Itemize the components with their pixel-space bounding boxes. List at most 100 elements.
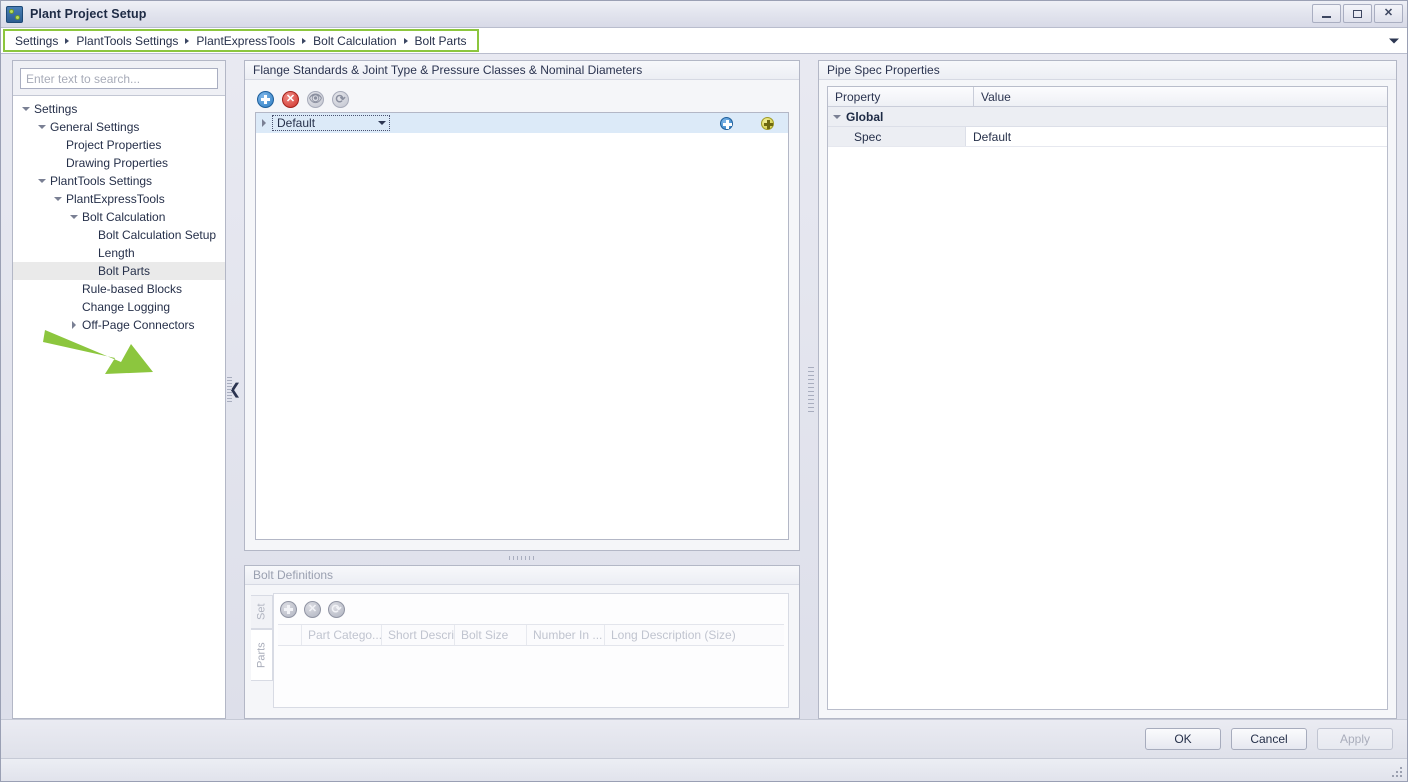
pipe-spec-grid[interactable]: Property Value Global Spec Default (827, 86, 1388, 710)
sidebar-item-label: Off-Page Connectors (82, 318, 195, 332)
flange-standards-title: Flange Standards & Joint Type & Pressure… (245, 61, 799, 80)
sidebar-item-change-logging[interactable]: Change Logging (13, 298, 225, 316)
status-bar (1, 758, 1407, 781)
column-header-short-descri[interactable]: Short Descri... (382, 625, 455, 645)
sidebar-item-general-settings[interactable]: General Settings (13, 118, 225, 136)
breadcrumb-item-bolt-calculation[interactable]: Bolt Calculation (309, 34, 400, 48)
column-header-bolt-size[interactable]: Bolt Size (455, 625, 527, 645)
plant-project-setup-window: Plant Project Setup ✕ Settings PlantTool… (0, 0, 1408, 782)
sidebar-item-bolt-parts[interactable]: Bolt Parts (13, 262, 225, 280)
property-value-spec[interactable]: Default (966, 127, 1387, 146)
close-button[interactable]: ✕ (1374, 4, 1403, 23)
sidebar-item-label: Bolt Parts (98, 264, 151, 278)
sidebar-item-planttools-settings[interactable]: PlantTools Settings (13, 172, 225, 190)
dialog-footer: OK Cancel Apply (1, 719, 1407, 758)
maximize-button[interactable] (1343, 4, 1372, 23)
bolt-definitions-title: Bolt Definitions (245, 566, 799, 585)
spec-row-actions (720, 116, 774, 130)
sidebar-item-length[interactable]: Length (13, 244, 225, 262)
sidebar-item-label: Length (98, 246, 135, 260)
chevron-down-icon[interactable] (67, 208, 81, 226)
sidebar-item-label: Settings (34, 102, 78, 116)
add-button[interactable] (257, 90, 274, 108)
resize-grip-icon[interactable] (1391, 766, 1402, 777)
sidebar-item-settings[interactable]: Settings (13, 100, 225, 118)
chevron-down-icon[interactable] (19, 100, 33, 118)
eye-off-icon: 👁 (307, 90, 324, 108)
breadcrumb-item-planttools-settings[interactable]: PlantTools Settings (72, 34, 182, 48)
chevron-down-icon[interactable] (51, 190, 65, 208)
bolt-definitions-panel: Bolt Definitions Set Parts ✕ ⟳ Part Cate… (244, 565, 800, 719)
bolt-parts-rows[interactable] (278, 646, 784, 703)
right-splitter[interactable] (800, 60, 818, 719)
cancel-button[interactable]: Cancel (1231, 728, 1307, 750)
sidebar-item-label: Drawing Properties (66, 156, 169, 170)
column-header-value: Value (981, 89, 1011, 104)
sidebar-item-bolt-calculation[interactable]: Bolt Calculation (13, 208, 225, 226)
pipe-spec-title: Pipe Spec Properties (819, 61, 1396, 80)
sidebar-item-rule-based-blocks[interactable]: Rule-based Blocks (13, 280, 225, 298)
chevron-right-icon[interactable] (67, 316, 81, 334)
tab-parts[interactable]: Parts (251, 629, 273, 681)
delete-button[interactable]: ✕ (282, 90, 299, 108)
minimize-button[interactable] (1312, 4, 1341, 23)
property-name-spec: Spec (828, 127, 966, 146)
table-row[interactable]: Spec Default (828, 127, 1387, 147)
spec-combo[interactable]: Default (272, 115, 390, 131)
column-header-long-description-size[interactable]: Long Description (Size) (605, 625, 784, 645)
settings-tree[interactable]: Settings General Settings Project Properti… (13, 95, 225, 718)
breadcrumb-separator-icon (403, 37, 408, 44)
bolt-parts-grid: ✕ ⟳ Part Catego...Short Descri...Bolt Si… (273, 593, 789, 708)
chevron-down-icon[interactable] (828, 108, 846, 126)
breadcrumb-bar: Settings PlantTools Settings PlantExpres… (1, 28, 1407, 54)
spec-row[interactable]: Default (256, 113, 788, 134)
center-panel: Flange Standards & Joint Type & Pressure… (244, 60, 800, 719)
add-nominal-button[interactable] (761, 116, 774, 130)
breadcrumb-filler (478, 29, 1407, 52)
ok-button[interactable]: OK (1145, 728, 1221, 750)
breadcrumb-item-bolt-parts[interactable]: Bolt Parts (411, 34, 471, 48)
column-header-blank[interactable] (278, 625, 302, 645)
green-arrow-annotation (43, 330, 153, 374)
add-child-button[interactable] (720, 116, 733, 130)
chevron-down-icon[interactable] (35, 118, 49, 136)
window-title: Plant Project Setup (30, 7, 147, 21)
flange-standards-body: ✕ 👁 ⟳ Default (245, 80, 799, 550)
property-group-label: Global (846, 109, 884, 124)
sidebar-item-off-page-connectors[interactable]: Off-Page Connectors (13, 316, 225, 334)
tab-set[interactable]: Set (251, 595, 273, 629)
sidebar-item-label: General Settings (50, 120, 140, 134)
breadcrumb-separator-icon (65, 37, 70, 44)
chevron-down-icon[interactable] (1389, 38, 1399, 43)
plant-app-icon (6, 5, 23, 23)
sidebar-item-project-properties[interactable]: Project Properties (13, 136, 225, 154)
sidebar-item-bolt-calculation-setup[interactable]: Bolt Calculation Setup (13, 226, 225, 244)
column-header-number-in[interactable]: Number In ... (527, 625, 605, 645)
splitter-grip-icon (808, 366, 814, 413)
settings-tree-panel: Settings General Settings Project Properti… (12, 60, 226, 719)
chevron-right-icon[interactable] (256, 114, 272, 132)
refresh-circle-icon: ⟳ (332, 90, 349, 108)
add-part-button[interactable] (280, 600, 297, 618)
breadcrumb-item-plantexpresstools[interactable]: PlantExpressTools (192, 34, 299, 48)
flange-standards-panel: Flange Standards & Joint Type & Pressure… (244, 60, 800, 551)
refresh-part-button[interactable]: ⟳ (328, 600, 345, 618)
delete-part-button[interactable]: ✕ (304, 600, 321, 618)
sidebar-item-drawing-properties[interactable]: Drawing Properties (13, 154, 225, 172)
flange-standards-list[interactable]: Default (255, 112, 789, 540)
breadcrumb[interactable]: Settings PlantTools Settings PlantExpres… (3, 29, 479, 52)
breadcrumb-item-settings[interactable]: Settings (11, 34, 62, 48)
chevron-down-icon[interactable] (35, 172, 49, 190)
center-horizontal-splitter[interactable] (244, 551, 800, 565)
property-group-global[interactable]: Global (828, 107, 1387, 127)
spec-combo-value: Default (277, 116, 316, 130)
search-input[interactable] (20, 68, 218, 89)
chevron-down-icon[interactable] (378, 121, 386, 125)
column-header-part-catego[interactable]: Part Catego... (302, 625, 382, 645)
left-splitter[interactable]: ❮ (226, 60, 244, 719)
bolt-definitions-tabs: Set Parts (251, 593, 273, 708)
search-container (13, 61, 225, 95)
sidebar-item-plantexpresstools[interactable]: PlantExpressTools (13, 190, 225, 208)
